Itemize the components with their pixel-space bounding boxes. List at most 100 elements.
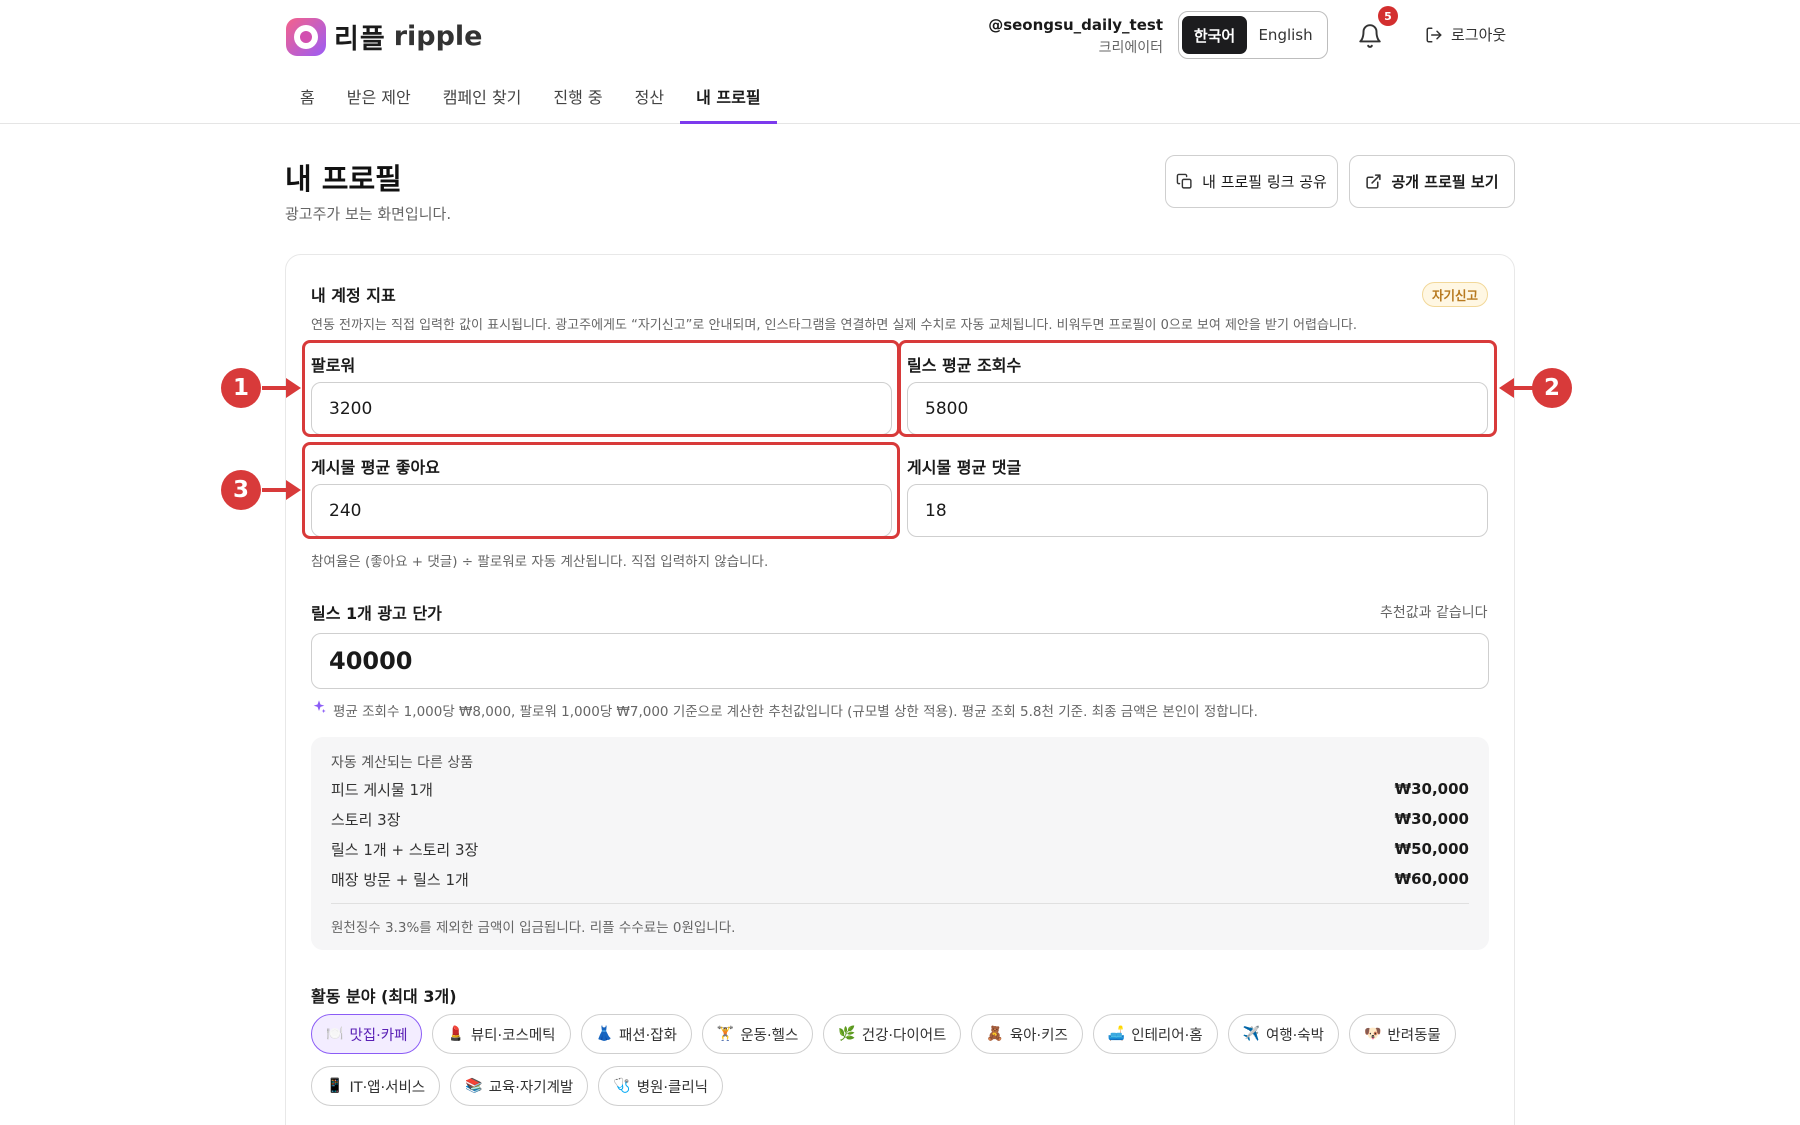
recommend-note: 평균 조회수 1,000당 ₩8,000, 팔로워 1,000당 ₩7,000 … <box>333 704 1258 720</box>
view-public-profile-button[interactable]: 공개 프로필 보기 <box>1349 155 1515 208</box>
chip-label: 인테리어·홈 <box>1131 1027 1203 1044</box>
chip-label: IT·앱·서비스 <box>349 1079 426 1096</box>
product-price: ₩60,000 <box>1394 870 1469 888</box>
lang-english-button[interactable]: English <box>1247 16 1324 54</box>
chip-label: 교육·자기계발 <box>488 1079 574 1096</box>
annotation-arrow-3 <box>262 488 288 492</box>
lang-korean-button[interactable]: 한국어 <box>1182 16 1248 54</box>
category-chip-beauty[interactable]: 💄 뷰티·코스메틱 <box>432 1014 571 1054</box>
category-chip-it[interactable]: 📱 IT·앱·서비스 <box>311 1066 441 1106</box>
engagement-note: 참여율은 (좋아요 + 댓글) ÷ 팔로워로 자동 계산됩니다. 직접 입력하지… <box>311 554 769 570</box>
nav-tab-home[interactable]: 홈 <box>284 84 331 124</box>
logo-text-en: ripple <box>393 21 483 52</box>
sparkle-icon <box>313 700 326 713</box>
copy-icon <box>1176 173 1192 189</box>
product-name: 스토리 3장 <box>331 810 401 829</box>
metrics-note: 연동 전까지는 직접 입력한 값이 표시됩니다. 광고주에게도 “자기신고”로 … <box>311 318 1357 333</box>
user-handle: @seongsu_daily_test <box>988 16 1163 34</box>
logout-label: 로그아웃 <box>1451 26 1507 44</box>
product-row: 스토리 3장 ₩30,000 <box>331 808 1469 830</box>
category-chip-health-diet[interactable]: 🌿 건강·다이어트 <box>823 1014 962 1054</box>
chip-label: 건강·다이어트 <box>861 1027 947 1044</box>
category-chip-travel[interactable]: ✈️ 여행·숙박 <box>1227 1014 1339 1054</box>
chip-label: 패션·잡화 <box>618 1027 677 1044</box>
external-link-icon <box>1366 174 1382 189</box>
product-price: ₩30,000 <box>1394 780 1469 798</box>
category-chip-education[interactable]: 📚 교육·자기계발 <box>450 1066 589 1106</box>
withholding-note: 원천징수 3.3%를 제외한 금액이 입금됩니다. 리플 수수료는 0원입니다. <box>331 920 736 936</box>
airplane-icon: ✈️ <box>1242 1026 1260 1042</box>
categories-title: 활동 분야 (최대 3개) <box>311 987 457 1006</box>
main-nav: 홈 받은 제안 캠페인 찾기 진행 중 정산 내 프로필 <box>284 84 778 124</box>
weightlifting-icon: 🏋️ <box>716 1026 735 1042</box>
nav-tab-settlement[interactable]: 정산 <box>619 84 680 124</box>
chip-label: 반려동물 <box>1387 1027 1441 1044</box>
self-report-badge: 자기신고 <box>1422 282 1488 307</box>
chip-label: 병원·클리닉 <box>636 1079 708 1096</box>
chip-label: 여행·숙박 <box>1266 1027 1324 1044</box>
herb-icon: 🌿 <box>838 1026 856 1042</box>
reels-price-hint: 추천값과 같습니다 <box>1380 605 1488 621</box>
dress-icon: 👗 <box>595 1026 613 1042</box>
stethoscope-icon: 🩺 <box>613 1078 631 1094</box>
dog-icon: 🐶 <box>1363 1026 1382 1042</box>
nav-tab-find-campaigns[interactable]: 캠페인 찾기 <box>427 84 538 124</box>
product-name: 매장 방문 + 릴스 1개 <box>331 870 469 889</box>
annotation-arrow-1 <box>262 386 288 390</box>
category-chip-fitness[interactable]: 🏋️ 운동·헬스 <box>701 1014 814 1054</box>
notification-badge: 5 <box>1378 6 1398 26</box>
nav-tab-my-profile[interactable]: 내 프로필 <box>680 84 778 124</box>
category-chip-food-cafe[interactable]: 🍽️ 맛집·카페 <box>311 1014 423 1054</box>
product-price: ₩30,000 <box>1394 810 1469 828</box>
annotation-arrow-2 <box>1513 386 1533 390</box>
category-chip-clinic[interactable]: 🩺 병원·클리닉 <box>598 1066 723 1106</box>
metrics-title: 내 계정 지표 <box>311 286 396 305</box>
annotation-marker-3: 3 <box>221 470 261 510</box>
share-profile-link-label: 내 프로필 링크 공유 <box>1202 173 1327 191</box>
teddy-bear-icon: 🧸 <box>986 1026 1004 1042</box>
annotation-arrowhead-3 <box>286 480 301 500</box>
sofa-icon: 🛋️ <box>1107 1026 1126 1042</box>
auto-products-box: 자동 계산되는 다른 상품 피드 게시물 1개 ₩30,000 스토리 3장 ₩… <box>311 737 1489 950</box>
annotation-arrowhead-2 <box>1499 378 1514 398</box>
highlight-box-2 <box>898 340 1497 437</box>
bell-icon[interactable] <box>1357 23 1383 49</box>
food-icon: 🍽️ <box>326 1026 344 1042</box>
annotation-arrowhead-1 <box>286 378 301 398</box>
nav-tab-received-offers[interactable]: 받은 제안 <box>331 84 427 124</box>
product-name: 피드 게시물 1개 <box>331 780 433 799</box>
avg-comments-label: 게시물 평균 댓글 <box>907 458 1022 477</box>
divider <box>331 903 1469 904</box>
avg-comments-input[interactable]: 18 <box>907 484 1488 537</box>
product-price: ₩50,000 <box>1394 840 1469 858</box>
top-header: 리플 ripple @seongsu_daily_test 크리에이터 한국어 … <box>0 0 1800 124</box>
language-toggle: 한국어 English <box>1178 11 1328 59</box>
page-subtitle: 광고주가 보는 화면입니다. <box>285 205 452 223</box>
share-profile-link-button[interactable]: 내 프로필 링크 공유 <box>1165 155 1338 208</box>
reels-price-input[interactable]: 40000 <box>311 633 1489 689</box>
view-public-profile-label: 공개 프로필 보기 <box>1391 173 1499 191</box>
logout-icon <box>1426 27 1442 42</box>
logo-icon <box>286 17 326 56</box>
highlight-box-1 <box>302 340 900 437</box>
phone-icon: 📱 <box>326 1078 344 1094</box>
nav-tab-in-progress[interactable]: 진행 중 <box>537 84 618 124</box>
category-chip-kids[interactable]: 🧸 육아·키즈 <box>971 1014 1083 1054</box>
annotation-marker-1: 1 <box>221 368 261 408</box>
product-name: 릴스 1개 + 스토리 3장 <box>331 840 479 859</box>
product-row: 매장 방문 + 릴스 1개 ₩60,000 <box>331 868 1469 890</box>
category-chips: 🍽️ 맛집·카페 💄 뷰티·코스메틱 👗 패션·잡화 🏋️ 운동·헬스 🌿 건강·다이어트… <box>311 1014 1491 1106</box>
product-row: 릴스 1개 + 스토리 3장 ₩50,000 <box>331 838 1469 860</box>
logo-text-ko: 리플 <box>334 24 386 55</box>
lipstick-icon: 💄 <box>447 1026 465 1042</box>
logout-button[interactable]: 로그아웃 <box>1425 24 1506 45</box>
chip-label: 운동·헬스 <box>740 1027 799 1044</box>
books-icon: 📚 <box>465 1078 483 1094</box>
chip-label: 육아·키즈 <box>1009 1027 1068 1044</box>
category-chip-fashion[interactable]: 👗 패션·잡화 <box>580 1014 692 1054</box>
app-logo[interactable]: 리플 ripple <box>286 17 482 56</box>
category-chip-pets[interactable]: 🐶 반려동물 <box>1348 1014 1456 1054</box>
highlight-box-3 <box>302 442 900 539</box>
category-chip-interior[interactable]: 🛋️ 인테리어·홈 <box>1092 1014 1218 1054</box>
user-info: @seongsu_daily_test 크리에이터 <box>988 16 1163 57</box>
